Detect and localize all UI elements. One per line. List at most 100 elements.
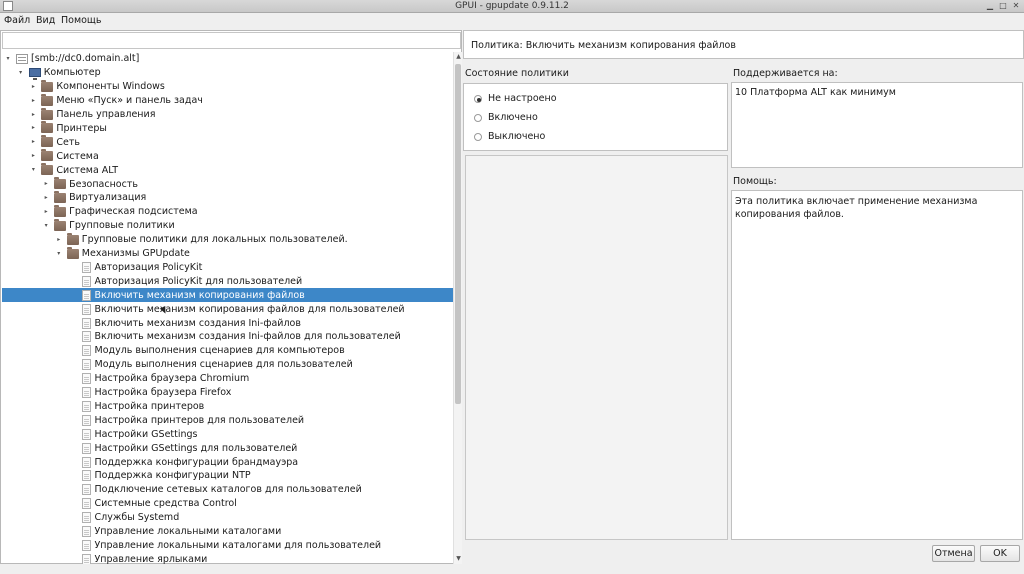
tree-row[interactable]: Управление локальными каталогами для пол… xyxy=(2,539,453,553)
menu-help[interactable]: Помощь xyxy=(61,15,101,26)
radio-disabled[interactable]: Выключено xyxy=(474,131,545,142)
collapse-arrow-icon[interactable]: ▾ xyxy=(42,221,50,231)
tree-row[interactable]: Настройки GSettings для пользователей xyxy=(2,441,453,455)
collapse-arrow-icon[interactable]: ▾ xyxy=(29,165,37,175)
tree-row[interactable]: Модуль выполнения сценариев для компьюте… xyxy=(2,344,453,358)
tree-row[interactable]: Настройки GSettings xyxy=(2,427,453,441)
tree-row[interactable]: Управление ярлыками xyxy=(2,552,453,564)
tree-row[interactable]: Настройка браузера Chromium xyxy=(2,372,453,386)
collapse-arrow-icon[interactable]: ▾ xyxy=(4,54,12,64)
collapse-arrow-icon[interactable]: ▾ xyxy=(55,249,63,259)
tree-row[interactable]: ▸ Виртуализация xyxy=(2,190,453,205)
search-input[interactable] xyxy=(2,32,461,49)
tree-row[interactable]: ▸ Безопасность xyxy=(2,177,453,191)
expand-arrow-icon[interactable]: ▸ xyxy=(42,179,50,189)
tree-row[interactable]: ▸ Панель управления xyxy=(2,107,453,122)
folder-icon xyxy=(41,163,54,176)
tree-row[interactable]: ▾ Система ALT xyxy=(2,163,453,177)
menu-file[interactable]: Файл xyxy=(4,15,30,26)
tree-row[interactable]: Настройка принтеров для пользователей xyxy=(2,413,453,427)
radio-enabled[interactable]: Включено xyxy=(474,112,538,123)
tree-row[interactable]: ▸ Меню «Пуск» и панель задач xyxy=(2,93,453,108)
doc-icon xyxy=(81,484,91,496)
doc-icon xyxy=(81,470,91,482)
expand-arrow-icon[interactable]: ▸ xyxy=(42,207,50,217)
tree-row[interactable]: ▾ Компьютер xyxy=(2,66,453,81)
tree-row[interactable]: Настройка принтеров xyxy=(2,400,453,414)
computer-icon xyxy=(28,68,41,81)
tree-row[interactable]: ▸ Принтеры xyxy=(2,121,453,136)
close-icon[interactable]: ✕ xyxy=(1011,1,1021,11)
tree-item-label: Авторизация PolicyKit xyxy=(94,261,203,273)
tree-item-label: Авторизация PolicyKit для пользователей xyxy=(94,275,303,287)
tree-row[interactable]: ▸ Графическая подсистема xyxy=(2,204,453,219)
expand-arrow-icon[interactable]: ▸ xyxy=(29,137,37,147)
expand-arrow-icon[interactable]: ▸ xyxy=(29,110,37,120)
radio-unchecked-icon[interactable] xyxy=(474,132,482,141)
tree-row[interactable]: Включить механизм создания Ini-файлов xyxy=(2,316,453,330)
window-title: GPUI - gpupdate 0.9.11.2 xyxy=(455,1,569,11)
expand-arrow-icon[interactable]: ▸ xyxy=(29,123,37,133)
tree-row-selected[interactable]: Включить механизм копирования файлов xyxy=(2,288,453,303)
expand-arrow-icon[interactable]: ▸ xyxy=(29,151,37,161)
ok-button[interactable]: OK xyxy=(980,545,1020,562)
tree-row[interactable]: ▸ Сеть xyxy=(2,135,453,149)
tree-row[interactable]: ▾ Групповые политики xyxy=(2,218,453,233)
expand-arrow-icon[interactable]: ▸ xyxy=(29,82,37,92)
minimize-icon[interactable]: ▁ xyxy=(985,1,995,11)
tree-row[interactable]: Подключение сетевых каталогов для пользо… xyxy=(2,483,453,497)
tree-vertical-scrollbar[interactable]: ▲ ▼ xyxy=(453,52,462,564)
tree-row[interactable]: Управление локальными каталогами xyxy=(2,525,453,539)
tree-row[interactable]: Включить механизм копирования файлов для… xyxy=(2,302,453,316)
tree-row[interactable]: Поддержка конфигурации NTP xyxy=(2,469,453,483)
doc-icon xyxy=(81,553,91,564)
radio-not-configured[interactable]: Не настроено xyxy=(474,93,557,104)
tree-row[interactable]: ▸ Групповые политики для локальных пользо… xyxy=(2,232,453,247)
expand-arrow-icon[interactable]: ▸ xyxy=(29,96,37,106)
tree-row[interactable]: Поддержка конфигурации брандмауэра xyxy=(2,455,453,469)
tree-horizontal-scrollbar[interactable] xyxy=(0,564,462,574)
radio-label: Выключено xyxy=(488,131,546,142)
collapse-arrow-icon[interactable]: ▾ xyxy=(17,68,25,78)
tree-row[interactable]: ▸ Компоненты Windows xyxy=(2,79,453,94)
tree-row[interactable]: Модуль выполнения сценариев для пользова… xyxy=(2,358,453,372)
radio-checked-icon[interactable] xyxy=(474,94,482,103)
tree-item-label: Настройка принтеров xyxy=(94,400,205,412)
scroll-down-icon[interactable]: ▼ xyxy=(454,554,463,564)
tree-row[interactable]: ▾ [smb://dc0.domain.alt] xyxy=(2,52,453,66)
doc-icon xyxy=(81,387,91,399)
radio-unchecked-icon[interactable] xyxy=(474,113,482,122)
tree-row[interactable]: Авторизация PolicyKit для пользователей xyxy=(2,274,453,288)
expand-arrow-icon[interactable]: ▸ xyxy=(55,235,63,245)
scroll-up-icon[interactable]: ▲ xyxy=(454,52,463,62)
tree-row[interactable]: Включить механизм создания Ini-файлов дл… xyxy=(2,330,453,344)
policy-title: Политика: Включить механизм копирования … xyxy=(471,40,736,51)
tree-row[interactable]: ▾ Механизмы GPUpdate xyxy=(2,246,453,261)
scroll-thumb[interactable] xyxy=(455,64,461,404)
tree-row[interactable]: Системные средства Control xyxy=(2,497,453,511)
tree-row[interactable]: Авторизация PolicyKit xyxy=(2,261,453,275)
expand-arrow-icon[interactable]: ▸ xyxy=(42,193,50,203)
maximize-icon[interactable]: □ xyxy=(998,1,1008,11)
tree-item-label: Графическая подсистема xyxy=(69,206,198,218)
tree-item-label: Компьютер xyxy=(43,67,101,79)
menu-view[interactable]: Вид xyxy=(36,15,55,26)
folder-icon xyxy=(54,218,67,231)
tree-item-label: Включить механизм копирования файлов для… xyxy=(94,303,405,315)
tree-item-label: Включить механизм копирования файлов xyxy=(94,289,305,301)
tree-item-label: Безопасность xyxy=(69,178,138,190)
doc-icon xyxy=(81,442,91,454)
tree-row[interactable]: Службы Systemd xyxy=(2,511,453,525)
tree-row[interactable]: Настройка браузера Firefox xyxy=(2,386,453,400)
tree-row[interactable]: ▸ Система xyxy=(2,149,453,163)
doc-icon xyxy=(81,414,91,426)
cancel-button[interactable]: Отмена xyxy=(932,545,975,562)
tree-item-label: Управление локальными каталогами xyxy=(94,526,282,538)
tree-item-label: Групповые политики xyxy=(69,220,175,232)
tree-pane: ▾ [smb://dc0.domain.alt] ▾ Компьютер ▸ Компон… xyxy=(0,30,462,564)
